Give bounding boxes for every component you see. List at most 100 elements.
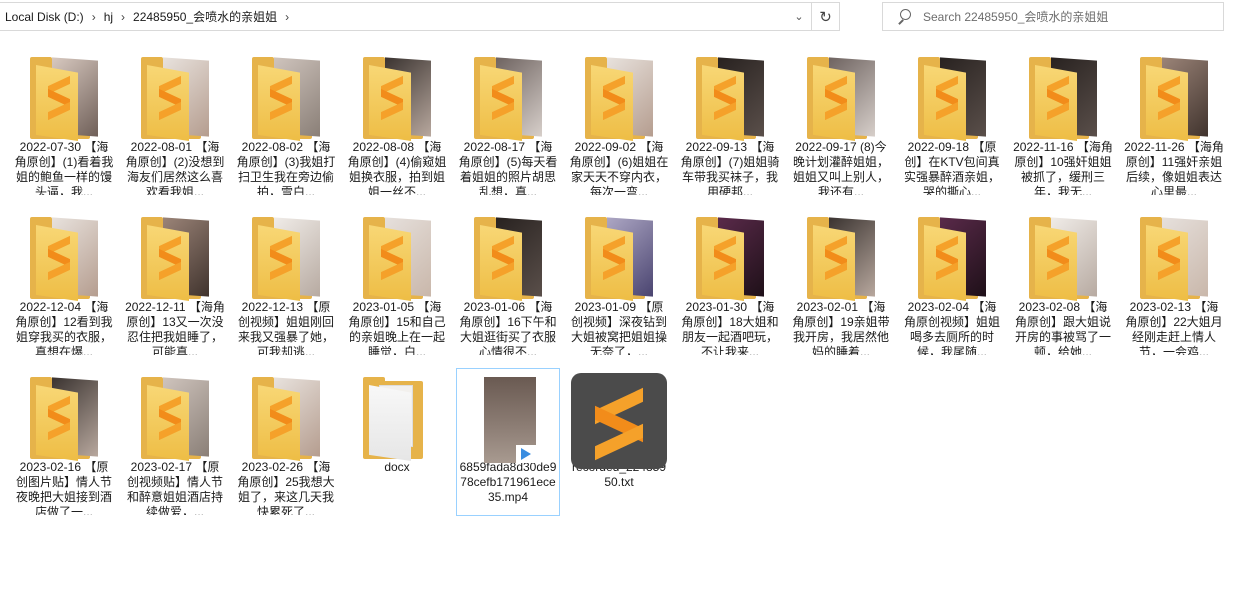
file-item[interactable]: 2023-01-09 【原创视频】深夜钻到大姐被窝把姐姐操无奈了，... (567, 208, 671, 356)
file-name-label: 2022-07-30 【海角原创】(1)看着我姐的鲍鱼一样的馒头逼，我... (14, 139, 114, 195)
file-item[interactable]: 2023-02-16 【原创图片贴】情人节夜晚把大姐接到酒店做了一... (12, 368, 116, 516)
file-item[interactable]: 2022-12-13 【原创视频】姐姐刚回来我又强暴了她，可我却逃... (234, 208, 338, 356)
video-thumbnail (460, 373, 556, 463)
search-box[interactable] (882, 2, 1224, 31)
address-history-dropdown[interactable]: ⌄ (787, 3, 811, 30)
file-name-label: 2023-02-04 【海角原创视频】姐姐喝多去厕所的时候，我尾随... (903, 299, 1000, 355)
file-item[interactable]: 2023-02-17 【原创视频贴】情人节和醉意姐姐酒店持续做爱，... (123, 368, 227, 516)
file-item[interactable]: 2023-02-01 【海角原创】19亲姐带我开房，我居然他妈的睡着... (789, 208, 893, 356)
file-item[interactable]: 2022-08-02 【海角原创】(3)我姐打扫卫生我在旁边偷拍，雪白... (234, 48, 338, 196)
folder-icon (16, 373, 112, 461)
sublime-logo-icon (159, 395, 181, 441)
folder-icon (793, 53, 889, 141)
sublime-logo-icon (1158, 75, 1180, 121)
chevron-right-icon[interactable]: › (121, 10, 125, 24)
file-item[interactable]: docx (345, 368, 449, 516)
sublime-logo-icon (381, 75, 403, 121)
file-item[interactable]: 2023-01-06 【海角原创】16下午和大姐逛街买了衣服心情很不... (456, 208, 560, 356)
folder-icon (349, 53, 445, 141)
sublime-logo-icon (381, 235, 403, 281)
chevron-right-icon[interactable]: › (285, 10, 289, 24)
refresh-button[interactable]: ↻ (811, 3, 839, 30)
sublime-logo-icon (159, 75, 181, 121)
file-item[interactable]: 2022-08-17 【海角原创】(5)每天看着姐姐的照片胡思乱想，真... (456, 48, 560, 196)
folder-icon (460, 213, 556, 301)
file-item[interactable]: 2023-01-05 【海角原创】15和自己的亲姐晚上在一起睡觉，白... (345, 208, 449, 356)
folder-icon (127, 53, 223, 141)
file-name-label: 2023-01-09 【原创视频】深夜钻到大姐被窝把姐姐操无奈了，... (570, 299, 667, 355)
file-name-label: 2023-02-13 【海角原创】22大姐月经刚走赶上情人节，一会鸡... (1125, 299, 1223, 355)
file-item[interactable]: 2023-02-26 【海角原创】25我想大姐了，来这几天我快累死了... (234, 368, 338, 516)
folder-icon (904, 53, 1000, 141)
sublime-text-file-icon (571, 373, 667, 469)
file-name-label: 2022-12-04 【海角原创】12看到我姐穿我买的衣服，真想在爆... (15, 299, 113, 355)
search-input[interactable] (923, 9, 1213, 24)
file-item[interactable]: 2023-02-04 【海角原创视频】姐姐喝多去厕所的时候，我尾随... (900, 208, 1004, 356)
folder-icon (127, 213, 223, 301)
folder-icon (793, 213, 889, 301)
file-name-label: 2022-12-13 【原创视频】姐姐刚回来我又强暴了她，可我却逃... (237, 299, 334, 355)
file-name-label: 6859fada8d30de978cefb171961ece35.mp4 (459, 459, 557, 504)
folder-icon (1126, 213, 1222, 301)
sublime-logo-icon (714, 235, 736, 281)
folder-icon (238, 53, 334, 141)
breadcrumb-item-hj[interactable]: hj (104, 10, 113, 24)
file-item[interactable]: 2023-02-08 【海角原创】跟大姐说开房的事被骂了一顿，给她... (1011, 208, 1115, 356)
file-item[interactable]: 2022-07-30 【海角原创】(1)看着我姐的鲍鱼一样的馒头逼，我... (12, 48, 116, 196)
folder-icon (349, 373, 445, 461)
sublime-logo-icon (936, 235, 958, 281)
file-name-label: 2023-02-01 【海角原创】19亲姐带我开房，我居然他妈的睡着... (792, 299, 890, 355)
search-icon (895, 8, 913, 26)
file-name-label: 2022-09-13 【海角原创】(7)姐姐骑车带我买袜子，我用硬邦... (680, 139, 780, 195)
folder-icon (349, 213, 445, 301)
file-name-label: 2022-08-08 【海角原创】(4)偷窥姐姐换衣服，拍到姐姐一丝不... (347, 139, 447, 195)
sublime-logo-icon (48, 235, 70, 281)
breadcrumb-item-current[interactable]: 22485950_会喷水的亲姐姐 (133, 8, 277, 25)
file-item[interactable]: 2022-08-08 【海角原创】(4)偷窥姐姐换衣服，拍到姐姐一丝不... (345, 48, 449, 196)
sublime-logo-icon (48, 75, 70, 121)
file-item[interactable]: 2022-09-17 (8)今晚计划灌醉姐姐，姐姐又叫上别人，我还有... (789, 48, 893, 196)
file-item[interactable]: 2022-09-18 【原创】在KTV包间真实强暴醉酒亲姐，哭的撕心... (900, 48, 1004, 196)
chevron-right-icon[interactable]: › (92, 10, 96, 24)
file-item[interactable]: 2022-12-04 【海角原创】12看到我姐穿我买的衣服，真想在爆... (12, 208, 116, 356)
file-name-label: 2022-09-02 【海角原创】(6)姐姐在家天天不穿内衣，每次一弯... (569, 139, 669, 195)
file-item[interactable]: 2022-11-26 【海角原创】11强奸亲姐后续，像姐姐表达心里最... (1122, 48, 1226, 196)
play-icon (516, 445, 536, 463)
sublime-logo-icon (825, 235, 847, 281)
file-name-label: 2023-02-16 【原创图片贴】情人节夜晚把大姐接到酒店做了一... (15, 459, 112, 515)
folder-icon (16, 53, 112, 141)
file-item[interactable]: 2022-09-02 【海角原创】(6)姐姐在家天天不穿内衣，每次一弯... (567, 48, 671, 196)
file-item[interactable]: 2022-09-13 【海角原创】(7)姐姐骑车带我买袜子，我用硬邦... (678, 48, 782, 196)
sublime-logo-icon (159, 235, 181, 281)
sublime-logo-icon (270, 75, 292, 121)
file-name-label: 2023-02-17 【原创视频贴】情人节和醉意姐姐酒店持续做爱，... (126, 459, 223, 515)
sublime-logo-icon (1158, 235, 1180, 281)
file-item[interactable]: 2022-11-16 【海角原创】10强奸姐姐被抓了，缓刑三年，我无... (1011, 48, 1115, 196)
file-name-label: 2022-08-02 【海角原创】(3)我姐打扫卫生我在旁边偷拍，雪白... (236, 139, 336, 195)
file-item[interactable]: 6859fada8d30de978cefb171961ece35.mp4 (456, 368, 560, 516)
folder-icon (127, 373, 223, 461)
file-item[interactable]: 2022-12-11 【海角原创】13又一次没忍住把我姐睡了，可能真... (123, 208, 227, 356)
refresh-icon: ↻ (819, 8, 832, 26)
breadcrumb-item-drive[interactable]: Local Disk (D:) (5, 10, 84, 24)
file-item[interactable]: 2023-01-30 【海角原创】18大姐和朋友一起酒吧玩，不让我来... (678, 208, 782, 356)
sublime-logo-icon (825, 75, 847, 121)
file-name-label: 2023-01-06 【海角原创】16下午和大姐逛街买了衣服心情很不... (459, 299, 557, 355)
file-name-label: 2023-02-26 【海角原创】25我想大姐了，来这几天我快累死了... (237, 459, 335, 515)
sublime-logo-icon (492, 235, 514, 281)
folder-icon (460, 53, 556, 141)
file-name-label: 2022-09-18 【原创】在KTV包间真实强暴醉酒亲姐，哭的撕心... (903, 139, 1000, 195)
folder-icon (571, 213, 667, 301)
chevron-down-icon: ⌄ (794, 11, 804, 23)
sublime-logo-icon (936, 75, 958, 121)
file-item[interactable]: recorded_22485950.txt (567, 368, 671, 516)
file-name-label: 2022-08-01 【海角原创】(2)没想到海友们居然这么喜欢看我姐... (125, 139, 225, 195)
folder-icon (238, 373, 334, 461)
file-name-label: 2022-11-16 【海角原创】10强奸姐姐被抓了，缓刑三年，我无... (1013, 139, 1113, 195)
file-name-label: 2022-08-17 【海角原创】(5)每天看着姐姐的照片胡思乱想，真... (458, 139, 558, 195)
file-item[interactable]: 2023-02-13 【海角原创】22大姐月经刚走赶上情人节，一会鸡... (1122, 208, 1226, 356)
address-bar[interactable]: Local Disk (D:) › hj › 22485950_会喷水的亲姐姐 … (0, 2, 840, 31)
file-item[interactable]: 2022-08-01 【海角原创】(2)没想到海友们居然这么喜欢看我姐... (123, 48, 227, 196)
file-name-label: docx (384, 459, 410, 474)
sublime-logo-icon (48, 395, 70, 441)
